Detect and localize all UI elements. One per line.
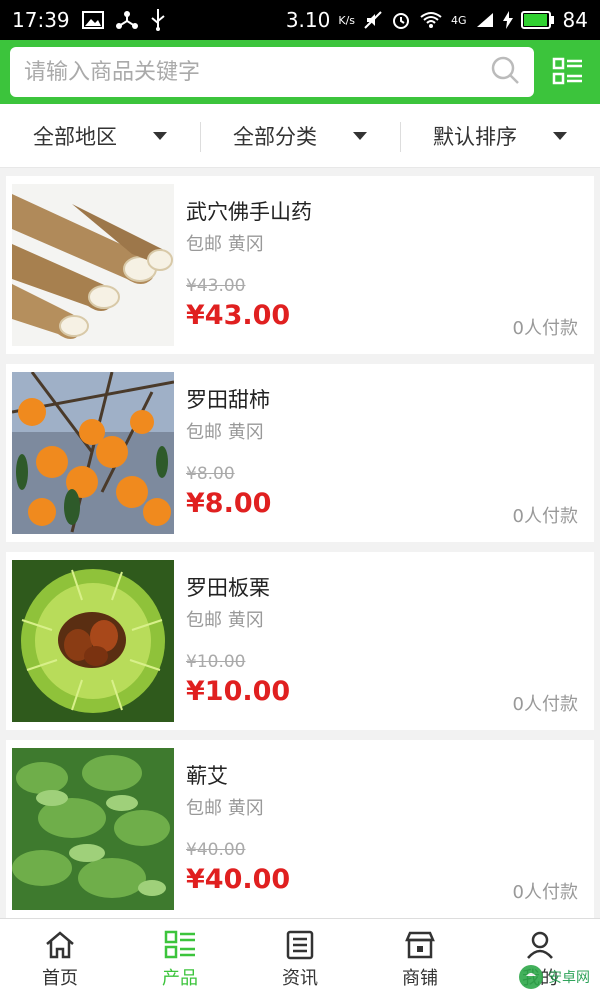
store-icon (405, 931, 435, 958)
caret-down-icon (353, 131, 367, 140)
product-shipping-location: 包邮 黄冈 (186, 610, 264, 631)
product-payment-count: 0人付款 (512, 506, 578, 527)
product-image-yam[interactable] (12, 184, 174, 346)
nav-home[interactable]: 首页 (0, 919, 120, 1000)
user-icon (527, 931, 553, 959)
gallery-icon (81, 11, 104, 29)
product-original-price: ¥40.00 (186, 840, 246, 860)
battery-icon (520, 11, 555, 29)
news-icon (286, 930, 314, 959)
search-input[interactable] (24, 59, 490, 85)
usb-icon (150, 9, 166, 31)
product-list: 武穴佛手山药 包邮 黄冈 ¥43.00 ¥43.00 0人付款 罗田甜柿 包邮 … (6, 176, 594, 928)
product-card[interactable]: 蕲艾 包邮 黄冈 ¥40.00 ¥40.00 0人付款 (6, 740, 594, 918)
watermark-text: 安卓网 (548, 970, 590, 986)
status-time: 17:39 (12, 8, 70, 32)
list-menu-icon (552, 57, 582, 85)
search-box[interactable] (10, 47, 534, 97)
nav-products[interactable]: 产品 (120, 919, 240, 1000)
nav-products-label: 产品 (162, 967, 198, 989)
alarm-icon (391, 10, 411, 30)
filter-region-label: 全部地区 (33, 124, 117, 149)
caret-down-icon (553, 131, 567, 140)
search-header (0, 40, 600, 104)
product-price: ¥43.00 (186, 300, 291, 331)
product-shipping-location: 包邮 黄冈 (186, 234, 264, 255)
caret-down-icon (153, 131, 167, 140)
filter-region[interactable]: 全部地区 (0, 104, 200, 167)
product-price: ¥8.00 (186, 488, 272, 519)
filter-sort-label: 默认排序 (433, 124, 517, 149)
android-logo-icon (519, 965, 543, 989)
product-card[interactable]: 武穴佛手山药 包邮 黄冈 ¥43.00 ¥43.00 0人付款 (6, 176, 594, 354)
mute-icon (363, 10, 383, 30)
battery-level: 84 (562, 8, 588, 32)
product-original-price: ¥10.00 (186, 652, 246, 672)
category-menu-button[interactable] (548, 52, 588, 92)
product-original-price: ¥8.00 (186, 464, 235, 484)
nav-home-label: 首页 (42, 967, 78, 989)
product-payment-count: 0人付款 (512, 318, 578, 339)
product-title[interactable]: 罗田甜柿 (186, 384, 270, 414)
nav-news[interactable]: 资讯 (240, 919, 360, 1000)
product-title[interactable]: 蕲艾 (186, 760, 228, 790)
wifi-icon (419, 11, 443, 29)
product-payment-count: 0人付款 (512, 694, 578, 715)
filter-category-label: 全部分类 (233, 124, 317, 149)
status-bar: 17:39 3.10 K/s 4G 84 (0, 0, 600, 40)
filter-bar: 全部地区 全部分类 默认排序 (0, 104, 600, 168)
product-shipping-location: 包邮 黄冈 (186, 798, 264, 819)
product-payment-count: 0人付款 (512, 882, 578, 903)
network-speed-unit: K/s (338, 13, 356, 27)
product-price: ¥10.00 (186, 676, 291, 707)
network-speed: 3.10 (285, 8, 331, 32)
product-image-persimmon[interactable] (12, 372, 174, 534)
nav-stores-label: 商铺 (402, 967, 438, 989)
filter-category[interactable]: 全部分类 (200, 104, 400, 167)
product-image-mugwort[interactable] (12, 748, 174, 910)
charging-icon (502, 11, 513, 29)
signal-icon (475, 11, 495, 29)
bottom-nav: 首页 产品 资讯 商铺 我的 (0, 918, 600, 1000)
nav-stores[interactable]: 商铺 (360, 919, 480, 1000)
network-type: 4G (451, 13, 467, 27)
nav-news-label: 资讯 (282, 967, 318, 989)
grid-list-icon (164, 930, 195, 958)
product-title[interactable]: 罗田板栗 (186, 572, 270, 602)
product-original-price: ¥43.00 (186, 276, 246, 296)
product-price: ¥40.00 (186, 864, 291, 895)
home-icon (46, 930, 74, 958)
product-shipping-location: 包邮 黄冈 (186, 422, 264, 443)
product-title[interactable]: 武穴佛手山药 (186, 196, 312, 226)
search-icon[interactable] (490, 55, 520, 89)
filter-sort[interactable]: 默认排序 (400, 104, 600, 167)
product-image-chestnut[interactable] (12, 560, 174, 722)
product-card[interactable]: 罗田甜柿 包邮 黄冈 ¥8.00 ¥8.00 0人付款 (6, 364, 594, 542)
product-card[interactable]: 罗田板栗 包邮 黄冈 ¥10.00 ¥10.00 0人付款 (6, 552, 594, 730)
share-icon (115, 10, 138, 30)
watermark: 安卓网 (518, 964, 590, 990)
